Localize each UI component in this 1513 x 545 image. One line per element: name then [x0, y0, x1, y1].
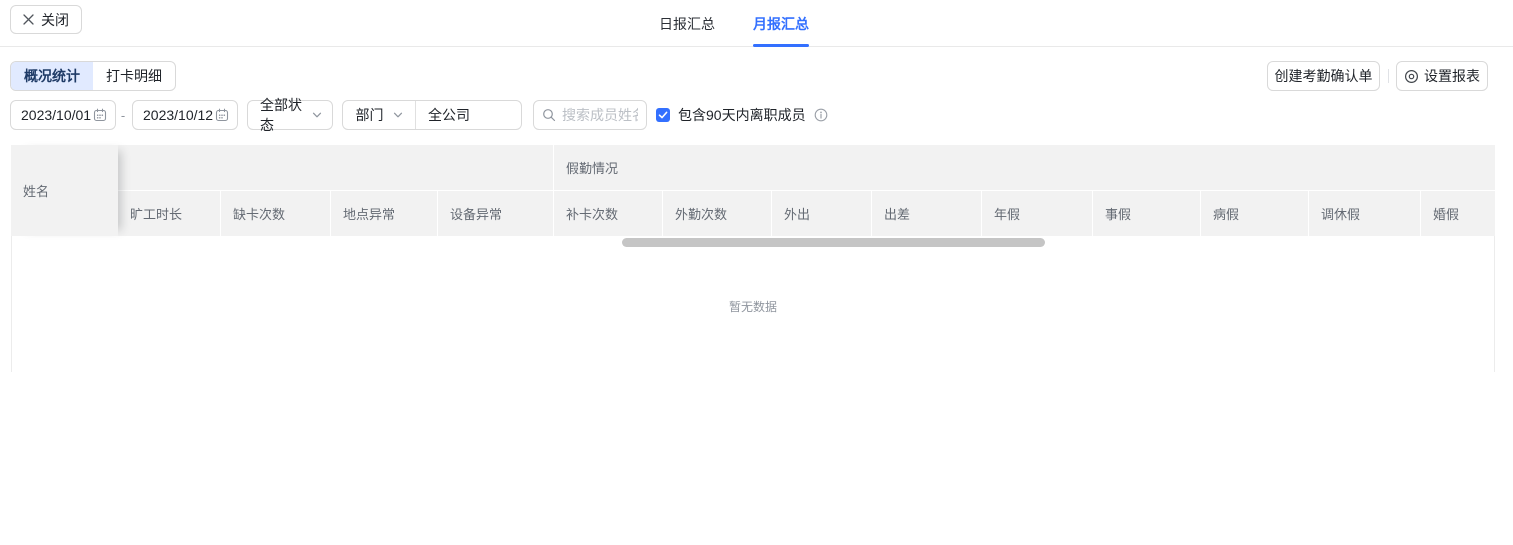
date-range-separator: - [120, 107, 126, 123]
horizontal-scrollbar-thumb[interactable] [622, 238, 1045, 247]
col-header-marriage-leave: 婚假 [1420, 191, 1496, 236]
col-header-field-work-count: 外勤次数 [662, 191, 771, 236]
department-scope-control: 部门 全公司 [342, 100, 522, 130]
toolbar-divider [1388, 69, 1389, 83]
include-resigned-row: 包含90天内离职成员 [656, 100, 828, 130]
company-scope-value: 全公司 [428, 107, 470, 123]
col-header-location-abnormal: 地点异常 [330, 191, 437, 236]
chevron-down-icon [393, 110, 403, 120]
view-mode-segmented-control: 概况统计 打卡明细 [10, 61, 176, 91]
col-header-annual-leave: 年假 [981, 191, 1092, 236]
column-group-abnormal [118, 145, 553, 191]
col-header-punch-fix-count: 补卡次数 [553, 191, 662, 236]
department-select[interactable]: 部门 [343, 101, 416, 129]
calendar-icon [215, 108, 229, 122]
include-resigned-label[interactable]: 包含90天内离职成员 [678, 105, 806, 125]
segment-overview-stats[interactable]: 概况统计 [11, 62, 93, 90]
tab-monthly-summary-label: 月报汇总 [753, 15, 809, 32]
settings-icon [1404, 69, 1419, 84]
create-attendance-confirmation-button[interactable]: 创建考勤确认单 [1267, 61, 1380, 91]
company-scope-input[interactable]: 全公司 [416, 101, 521, 129]
end-date-value: 2023/10/12 [143, 107, 214, 123]
col-header-absent-duration: 旷工时长 [118, 191, 220, 236]
table-body: 暂无数据 [11, 236, 1495, 372]
close-button[interactable]: 关闭 [10, 5, 82, 34]
report-settings-label: 设置报表 [1424, 68, 1480, 84]
segment-overview-stats-label: 概况统计 [24, 68, 80, 84]
status-select[interactable]: 全部状态 [247, 97, 333, 133]
search-icon [542, 108, 556, 122]
start-date-value: 2023/10/01 [21, 107, 92, 123]
col-header-device-abnormal: 设备异常 [437, 191, 553, 236]
close-icon [23, 14, 34, 25]
column-group-leave-status: 假勤情况 [553, 145, 1496, 191]
attendance-report-table: 姓名 假勤情况 旷工时长 缺卡次数 地点异常 设备异常 补卡次数 外勤次数 外出… [11, 145, 1496, 372]
start-date-picker[interactable]: 2023/10/01 [10, 100, 116, 130]
info-icon[interactable] [814, 108, 828, 122]
tab-monthly-summary[interactable]: 月报汇总 [753, 0, 809, 47]
col-header-outing: 外出 [771, 191, 871, 236]
active-tab-underline [753, 44, 809, 47]
create-attendance-confirmation-label: 创建考勤确认单 [1274, 68, 1373, 84]
col-header-missing-punch-count: 缺卡次数 [220, 191, 330, 236]
empty-state-text: 暂无数据 [728, 300, 777, 314]
calendar-icon [93, 108, 107, 122]
status-select-value: 全部状态 [260, 97, 302, 133]
tab-daily-summary[interactable]: 日报汇总 [659, 0, 715, 47]
segment-punch-details[interactable]: 打卡明细 [93, 62, 175, 90]
col-header-name: 姓名 [11, 145, 118, 236]
report-tabs: 日报汇总 月报汇总 [659, 0, 809, 47]
department-select-value: 部门 [355, 107, 384, 123]
member-search-box [533, 100, 647, 130]
topbar: 关闭 日报汇总 月报汇总 [0, 0, 1513, 47]
include-resigned-checkbox[interactable] [656, 108, 670, 122]
segment-punch-details-label: 打卡明细 [106, 68, 162, 84]
tab-daily-summary-label: 日报汇总 [659, 15, 715, 32]
col-header-personal-leave: 事假 [1092, 191, 1200, 236]
col-header-compensatory-leave: 调休假 [1308, 191, 1420, 236]
end-date-picker[interactable]: 2023/10/12 [132, 100, 238, 130]
chevron-down-icon [312, 110, 322, 120]
col-header-sick-leave: 病假 [1200, 191, 1308, 236]
member-search-input[interactable] [562, 107, 638, 123]
report-settings-button[interactable]: 设置报表 [1396, 61, 1488, 91]
col-header-business-trip: 出差 [871, 191, 981, 236]
close-label: 关闭 [41, 11, 69, 28]
